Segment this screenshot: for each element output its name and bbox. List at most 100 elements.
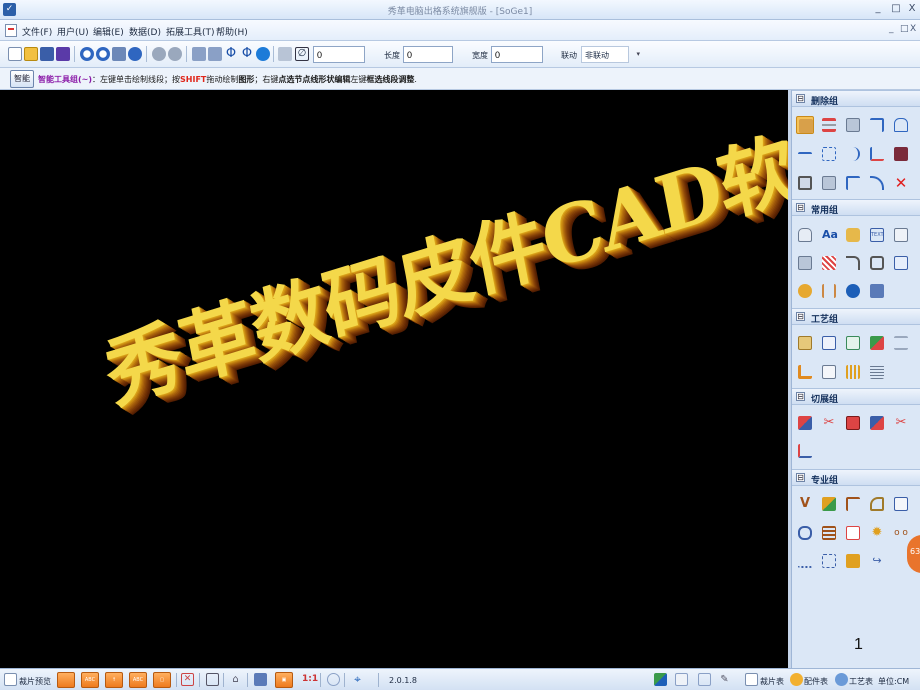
menu-edit[interactable]: 编辑(E) [93, 25, 124, 38]
pattern-tool-icon[interactable] [820, 254, 838, 272]
document-icon[interactable] [5, 24, 17, 37]
cut-preview-label[interactable]: 裁片预览 [19, 676, 51, 687]
group-common-header[interactable]: ⊟ 常用组 [792, 199, 920, 216]
home-icon[interactable]: ⌂ [229, 673, 242, 686]
mdi-restore-button[interactable]: □ [900, 24, 909, 34]
chain-tool-icon[interactable] [796, 552, 814, 570]
arrow-up-button[interactable]: ↑ [105, 672, 123, 688]
page-icon[interactable] [206, 673, 219, 686]
phi-icon[interactable]: Φ [224, 47, 238, 61]
copy-tool-icon[interactable] [892, 226, 910, 244]
measure-tool-icon[interactable] [796, 145, 814, 163]
text-tool-icon[interactable]: Aa [820, 226, 838, 244]
box-3d-tool-icon[interactable] [892, 254, 910, 272]
notch-tool-icon[interactable] [820, 174, 838, 192]
envelope-tool-icon[interactable] [844, 524, 862, 542]
zipper-tool-icon[interactable] [820, 524, 838, 542]
group-professional-header[interactable]: ⊟ 专业组 [792, 469, 920, 486]
pin-tool-icon[interactable] [820, 282, 838, 300]
frame-tool-icon[interactable] [868, 254, 886, 272]
menu-help[interactable]: 帮助(H) [216, 25, 248, 38]
mdi-minimize-button[interactable]: _ [889, 24, 894, 34]
zigzag-tool-icon[interactable] [844, 363, 862, 381]
curve-tool-icon[interactable] [844, 145, 862, 163]
collapse-icon[interactable]: ⊟ [796, 94, 805, 103]
minimize-button[interactable]: _ [872, 3, 884, 15]
slant-tool-icon[interactable] [796, 442, 814, 460]
dots-tool-icon[interactable]: o o [892, 524, 910, 542]
pan-icon[interactable] [128, 47, 142, 61]
ruler-icon[interactable] [278, 47, 292, 61]
parts-table-label[interactable]: 配件表 [804, 676, 828, 687]
arrow-pro-tool-icon[interactable]: ↪ [868, 552, 886, 570]
machine-tool-icon[interactable] [844, 552, 862, 570]
stack-tool-icon[interactable] [892, 145, 910, 163]
keyboard-tool-icon[interactable] [868, 282, 886, 300]
grid-pro-tool-icon[interactable] [820, 552, 838, 570]
refresh-icon[interactable] [256, 47, 270, 61]
brush-pro-tool-icon[interactable] [820, 495, 838, 513]
line-tool-icon[interactable] [820, 116, 838, 134]
split-cut-tool-icon[interactable]: ✂ [892, 414, 910, 432]
hatch-tool-icon[interactable] [868, 363, 886, 381]
zoom-in-icon[interactable] [80, 47, 94, 61]
close-button[interactable]: X [906, 3, 918, 15]
v-tool-icon[interactable]: V [796, 495, 814, 513]
search-tool-icon[interactable] [844, 282, 862, 300]
window-status-icon[interactable] [675, 673, 688, 686]
stamp-tool-icon[interactable] [844, 226, 862, 244]
branch-tool-icon[interactable] [844, 495, 862, 513]
restore-button[interactable]: □ [890, 3, 902, 15]
fold-tool-icon[interactable] [892, 334, 910, 352]
hook-tool-icon[interactable] [844, 254, 862, 272]
group-delete-header[interactable]: ⊟ 删除组 [792, 90, 920, 107]
edit-pro-tool-icon[interactable] [892, 495, 910, 513]
collapse-icon[interactable]: ⊟ [796, 473, 805, 482]
cut-table-label[interactable]: 裁片表 [760, 676, 784, 687]
link-select[interactable]: 非联动 ▾ [581, 46, 640, 63]
link-pro-tool-icon[interactable] [796, 524, 814, 542]
value-input[interactable] [313, 46, 365, 63]
label-tool-icon[interactable] [820, 334, 838, 352]
delete-tool-icon[interactable]: ✕ [892, 174, 910, 192]
mdi-close-button[interactable]: X [910, 24, 916, 34]
drawing-canvas[interactable]: 秀革数码皮件CAD软件 [0, 90, 788, 668]
smart-pen-tool-icon[interactable] [796, 116, 814, 134]
smart-tool-icon[interactable]: 智能 [10, 70, 34, 88]
mirror-tool-icon[interactable] [868, 414, 886, 432]
new-icon[interactable] [8, 47, 22, 61]
monitor-button[interactable] [57, 672, 75, 688]
offset-tool-icon[interactable] [796, 174, 814, 192]
split-tool-icon[interactable] [844, 334, 862, 352]
pen-status-icon[interactable]: ✎ [718, 673, 731, 686]
group-cut-unfold-header[interactable]: ⊟ 切展组 [792, 388, 920, 405]
pencil-alt-icon[interactable] [208, 47, 222, 61]
menu-data[interactable]: 数据(D) [129, 25, 161, 38]
zoom-out-icon[interactable] [96, 47, 110, 61]
clipboard-icon[interactable] [698, 673, 711, 686]
abc-button[interactable]: ABC [81, 672, 99, 688]
save-all-icon[interactable] [56, 47, 70, 61]
ratio-icon[interactable]: 1:1 [302, 673, 318, 686]
tool-status-icon[interactable] [654, 673, 667, 686]
layer-tool-icon[interactable] [796, 254, 814, 272]
highlight-button[interactable]: ▣ [275, 672, 293, 688]
abc-alt-button[interactable]: ABC [129, 672, 147, 688]
bracket-tool-icon[interactable] [844, 174, 862, 192]
redo-icon[interactable] [168, 47, 182, 61]
collapse-icon[interactable]: ⊟ [796, 392, 805, 401]
collapse-icon[interactable]: ⊟ [796, 203, 805, 212]
curve-pro-tool-icon[interactable] [868, 495, 886, 513]
fit-icon[interactable] [112, 47, 126, 61]
brush-tool-icon[interactable] [868, 334, 886, 352]
arrow-tool-icon[interactable] [254, 673, 267, 686]
menu-file[interactable]: 文件(F) [22, 25, 52, 38]
lock-icon[interactable] [327, 673, 340, 686]
arc-tool-icon[interactable] [868, 174, 886, 192]
grid-tool-icon[interactable] [820, 145, 838, 163]
cut-tool-icon[interactable] [796, 414, 814, 432]
process-table-label[interactable]: 工艺表 [849, 676, 873, 687]
parts-table-icon[interactable] [790, 673, 803, 686]
menu-extension-tools[interactable]: 拓展工具(T) [166, 25, 215, 38]
collapse-icon[interactable]: ⊟ [796, 312, 805, 321]
